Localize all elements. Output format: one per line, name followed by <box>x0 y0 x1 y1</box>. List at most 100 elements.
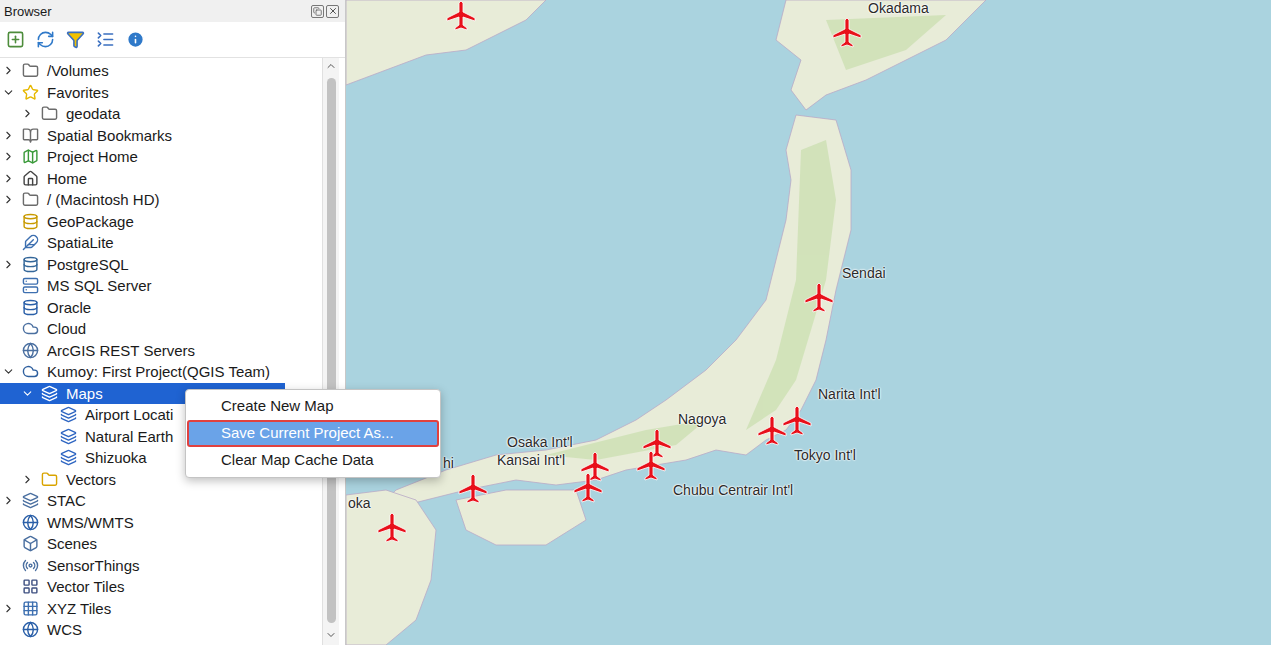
tree-item-icon <box>22 342 39 359</box>
tree-item[interactable]: WMS/WMTS <box>0 512 322 534</box>
tree-item[interactable]: Favorites <box>0 82 322 104</box>
expand-arrow-icon[interactable] <box>2 150 15 163</box>
close-panel-icon[interactable] <box>326 5 339 18</box>
expand-arrow-icon[interactable] <box>21 107 34 120</box>
tree-item[interactable]: Cloud <box>0 318 322 340</box>
tree-item-label: Scenes <box>47 536 97 551</box>
add-layer-icon[interactable] <box>6 30 25 49</box>
tree-item[interactable]: Kumoy: First Project(QGIS Team) <box>0 361 322 383</box>
map-canvas[interactable]: OkadamaSendaiNarita Int'lNagoyaOsaka Int… <box>346 0 1271 645</box>
tree-item[interactable]: Vector Tiles <box>0 576 322 598</box>
tree-item[interactable]: MS SQL Server <box>0 275 322 297</box>
tree-item[interactable]: /Volumes <box>0 60 322 82</box>
tree-item-icon <box>41 471 58 488</box>
tree-item-label: SensorThings <box>47 558 140 573</box>
airport-marker-icon[interactable] <box>579 450 611 482</box>
tree-item-icon <box>22 600 39 617</box>
airport-marker-icon[interactable] <box>756 414 788 446</box>
map-label: Osaka Int'l <box>507 434 573 450</box>
scroll-up-icon[interactable] <box>325 60 337 72</box>
airport-marker-icon[interactable] <box>781 404 813 436</box>
tree-item-label: PostgreSQL <box>47 257 129 272</box>
tree-item-label: Spatial Bookmarks <box>47 128 172 143</box>
tree-item-icon <box>22 578 39 595</box>
tree-item-icon <box>22 320 39 337</box>
expand-arrow-icon[interactable] <box>2 129 15 142</box>
browser-panel: Browser/VolumesFavorites geodata Spatial B… <box>0 0 346 645</box>
tree-item-icon <box>22 170 39 187</box>
tree-item-label: / (Macintosh HD) <box>47 192 160 207</box>
collapse-arrow-icon[interactable] <box>21 387 34 400</box>
tree-item-label: Cloud <box>47 321 86 336</box>
collapse-arrow-icon[interactable] <box>2 365 15 378</box>
scroll-down-icon[interactable] <box>325 629 337 641</box>
tree-item-icon <box>60 449 77 466</box>
tree-item[interactable]: geodata <box>0 103 322 125</box>
tree-item-label: Natural Earth <box>85 429 173 444</box>
context-menu-item[interactable]: Create New Map <box>187 393 439 420</box>
tree-item-icon <box>22 234 39 251</box>
tree-item[interactable]: XYZ Tiles <box>0 598 322 620</box>
tree-item-label: geodata <box>66 106 120 121</box>
map-label: hi <box>443 455 454 471</box>
filter-icon[interactable] <box>66 30 85 49</box>
context-menu-item[interactable]: Clear Map Cache Data <box>187 447 439 474</box>
tree-item-label: GeoPackage <box>47 214 134 229</box>
float-panel-icon[interactable] <box>311 5 324 18</box>
tree-item[interactable]: SensorThings <box>0 555 322 577</box>
scrollbar-thumb[interactable] <box>327 78 336 623</box>
expand-arrow-icon[interactable] <box>2 258 15 271</box>
expand-arrow-icon[interactable] <box>2 172 15 185</box>
airport-marker-icon[interactable] <box>641 427 673 459</box>
basemap-land <box>346 0 1271 645</box>
tree-item-icon <box>22 514 39 531</box>
browser-tree: /VolumesFavorites geodata Spatial Bookmark… <box>0 58 322 645</box>
airport-marker-icon[interactable] <box>457 472 489 504</box>
map-label: Narita Int'l <box>818 386 881 402</box>
context-menu-item[interactable]: Save Current Project As... <box>187 420 439 447</box>
tree-item[interactable]: Oracle <box>0 297 322 319</box>
panel-toolbar <box>0 22 345 58</box>
tree-item-label: WMS/WMTS <box>47 515 134 530</box>
collapse-arrow-icon[interactable] <box>2 86 15 99</box>
refresh-icon[interactable] <box>36 30 55 49</box>
expand-arrow-icon[interactable] <box>2 64 15 77</box>
tree-item[interactable]: WCS <box>0 619 322 641</box>
tree-item[interactable]: SpatiaLite <box>0 232 322 254</box>
tree-item-icon <box>22 148 39 165</box>
tree-item-icon <box>22 213 39 230</box>
tree-item-icon <box>22 191 39 208</box>
tree-item[interactable]: STAC <box>0 490 322 512</box>
panel-title: Browser <box>4 5 52 18</box>
tree-item[interactable]: GeoPackage <box>0 211 322 233</box>
info-icon[interactable] <box>126 30 145 49</box>
collapse-all-icon[interactable] <box>96 30 115 49</box>
airport-marker-icon[interactable] <box>376 511 408 543</box>
tree-item[interactable]: PostgreSQL <box>0 254 322 276</box>
map-label: Nagoya <box>678 411 726 427</box>
qgis-window: Browser/VolumesFavorites geodata Spatial B… <box>0 0 1271 645</box>
scrollbar[interactable] <box>322 58 339 645</box>
airport-marker-icon[interactable] <box>831 16 863 48</box>
tree-item[interactable]: / (Macintosh HD) <box>0 189 322 211</box>
tree-item[interactable]: Home <box>0 168 322 190</box>
tree-item[interactable]: Scenes <box>0 533 322 555</box>
airport-marker-icon[interactable] <box>445 0 477 31</box>
tree-item-label: SpatiaLite <box>47 235 114 250</box>
airport-marker-icon[interactable] <box>803 281 835 313</box>
panel-title-bar: Browser <box>0 0 345 22</box>
tree-item[interactable]: Spatial Bookmarks <box>0 125 322 147</box>
tree-item[interactable]: ArcGIS REST Servers <box>0 340 322 362</box>
context-menu: Create New MapSave Current Project As...… <box>185 389 441 478</box>
map-label: oka <box>348 495 371 511</box>
expand-arrow-icon[interactable] <box>2 193 15 206</box>
tree-item-icon <box>22 299 39 316</box>
map-label: Tokyo Int'l <box>794 447 856 463</box>
expand-arrow-icon[interactable] <box>2 602 15 615</box>
expand-arrow-icon[interactable] <box>2 494 15 507</box>
tree-item-label: Maps <box>66 386 103 401</box>
airport-marker-icon[interactable] <box>572 471 604 503</box>
airport-marker-icon[interactable] <box>635 449 667 481</box>
expand-arrow-icon[interactable] <box>21 473 34 486</box>
tree-item[interactable]: Project Home <box>0 146 322 168</box>
